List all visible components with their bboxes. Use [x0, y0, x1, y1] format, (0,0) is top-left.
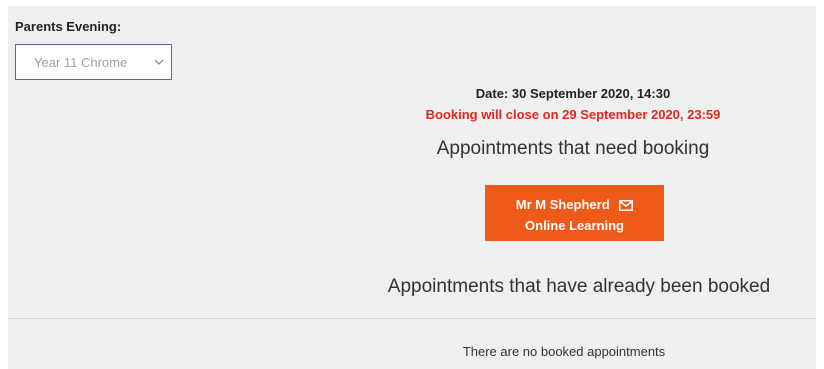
appointment-teacher-line: Mr M Shepherd	[485, 194, 664, 215]
booked-heading: Appointments that have already been book…	[387, 276, 771, 297]
parents-evening-label: Parents Evening:	[15, 19, 122, 34]
section-divider	[8, 318, 816, 319]
mail-icon	[619, 200, 634, 211]
need-booking-heading: Appointments that need booking	[436, 138, 710, 159]
parents-evening-select[interactable]: Year 11 Chrome	[15, 44, 172, 80]
select-value: Year 11 Chrome	[34, 54, 128, 70]
chevron-down-icon	[154, 59, 164, 65]
booking-close-notice: Booking will close on 29 September 2020,…	[425, 107, 721, 122]
booking-panel: Parents Evening: Year 11 Chrome Date: 30…	[8, 6, 816, 369]
date-text: Date: 30 September 2020, 14:30	[475, 86, 671, 101]
appointment-teacher: Mr M Shepherd	[515, 197, 610, 212]
appointment-subject: Online Learning	[525, 218, 624, 233]
no-booked-appointments-text: There are no booked appointments	[462, 344, 666, 359]
appointment-button-mr-m-shepherd[interactable]: Mr M Shepherd Online Learning	[485, 185, 664, 241]
